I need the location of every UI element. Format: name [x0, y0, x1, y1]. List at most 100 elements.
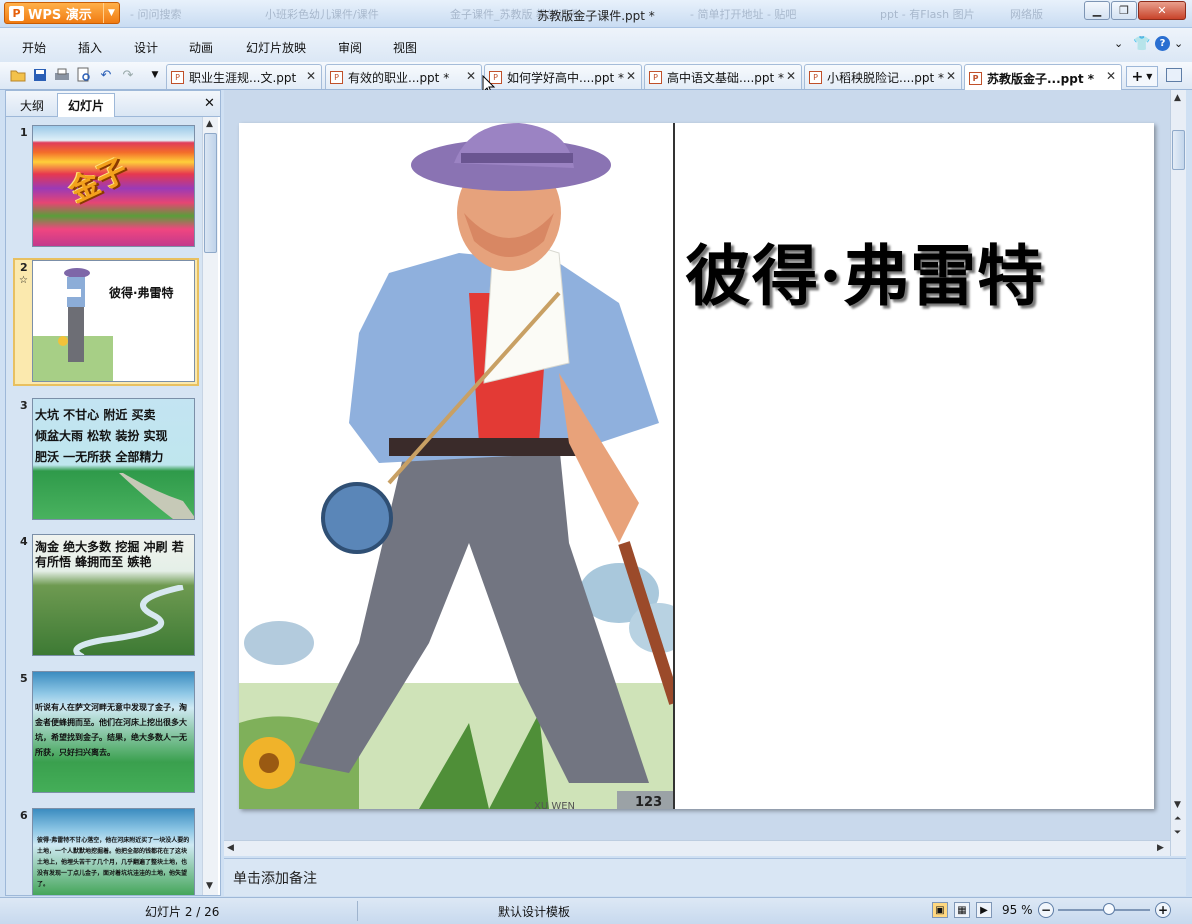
close-tab-icon[interactable]: ✕: [946, 69, 956, 83]
scrollbar-thumb[interactable]: [204, 133, 217, 253]
zoom-in-icon[interactable]: +: [1155, 902, 1171, 918]
print-preview-icon[interactable]: [75, 66, 93, 84]
zoom-slider-knob[interactable]: [1102, 903, 1115, 915]
slide-number: 1: [20, 126, 28, 139]
help-icon[interactable]: ?: [1155, 36, 1170, 51]
slideshow-view-icon[interactable]: ▶: [976, 902, 992, 918]
next-slide-icon[interactable]: ⏷: [1174, 828, 1181, 838]
doc-tab-2[interactable]: P 有效的职业...ppt * ✕: [325, 64, 482, 89]
maximize-icon: ❐: [1119, 4, 1129, 17]
menu-review[interactable]: 审阅: [338, 39, 362, 56]
notes-pane[interactable]: 单击添加备注: [224, 858, 1186, 896]
slide-thumbnail-1[interactable]: 金子: [32, 125, 195, 247]
slides-panel: 大纲 幻灯片 ✕ 1 金子 2 ☆ 彼得·弗雷特 3 大坑 不甘心 附近 买卖 …: [5, 90, 221, 896]
ppt-file-icon: P: [809, 70, 822, 84]
ppt-file-icon: P: [969, 71, 982, 85]
close-window-button[interactable]: ✕: [1138, 1, 1186, 20]
scroll-right-icon[interactable]: ▶: [1157, 843, 1164, 853]
doc-tab-label: 苏教版金子...ppt *: [987, 71, 1095, 86]
slide-divider-line: [673, 123, 675, 809]
close-tab-icon[interactable]: ✕: [1106, 69, 1116, 83]
tab-slides[interactable]: 幻灯片: [57, 93, 115, 117]
slide-thumbnail-5[interactable]: 听说有人在萨文河畔无意中发现了金子，淘金者便蜂拥而至。他们在河床上挖出很多大坑，…: [32, 671, 195, 793]
slide-number: 4: [20, 535, 28, 548]
svg-text:123: 123: [635, 795, 662, 809]
design-template-label: 默认设计模板: [498, 905, 571, 919]
doc-tab-label: 如何学好高中....ppt *: [507, 70, 625, 85]
slide-title[interactable]: 彼得·弗雷特: [685, 223, 1044, 319]
window-list-icon[interactable]: [1166, 68, 1182, 82]
notes-placeholder: 单击添加备注: [233, 871, 317, 887]
close-tab-icon[interactable]: ✕: [626, 69, 636, 83]
chevron-down-icon[interactable]: ⌄: [1114, 37, 1123, 50]
menu-view[interactable]: 视图: [393, 39, 417, 56]
slide-horizontal-scrollbar[interactable]: ◀ ▶: [224, 840, 1170, 856]
slide-counter: 幻灯片 2 / 26: [145, 905, 220, 919]
slide-3-text: 大坑 不甘心 附近 买卖 倾盆大雨 松软 装扮 实现 肥沃 一无所获 全部精力: [35, 408, 168, 464]
menu-design[interactable]: 设计: [134, 39, 158, 56]
normal-view-icon[interactable]: ▣: [932, 902, 948, 918]
menu-animation[interactable]: 动画: [189, 39, 213, 56]
chevron-down-icon: ▼: [1146, 72, 1153, 81]
slide-6-text: 彼得·弗雷特不甘心落空，他在河床附近买了一块没人要的土地，一个人默默地挖掘着。他…: [37, 837, 190, 888]
close-icon: ✕: [1157, 4, 1167, 17]
minimize-button[interactable]: ▁: [1084, 1, 1110, 20]
current-slide[interactable]: 123 XU WEN 彼得·弗雷特: [239, 123, 1154, 809]
slide-number: 6: [20, 809, 28, 822]
close-panel-icon[interactable]: ✕: [204, 96, 215, 111]
undo-icon[interactable]: ↶: [97, 66, 115, 84]
slide-thumbnail-2[interactable]: 彼得·弗雷特: [32, 260, 195, 382]
peter-fret-illustration: 123 XU WEN: [239, 123, 675, 809]
redo-icon[interactable]: ↷: [119, 66, 137, 84]
open-folder-icon[interactable]: [9, 66, 27, 84]
skin-shirt-icon[interactable]: 👕: [1133, 36, 1150, 52]
maximize-button[interactable]: ❐: [1111, 1, 1137, 20]
status-divider: [357, 901, 358, 921]
toolbar-dropdown-icon[interactable]: ▼: [146, 66, 164, 84]
panel-tab-bar: 大纲 幻灯片 ✕: [6, 91, 220, 117]
slide-thumbnail-6[interactable]: 彼得·弗雷特不甘心落空，他在河床附近买了一块没人要的土地，一个人默默地挖掘着。他…: [32, 808, 195, 895]
slide-5-text: 听说有人在萨文河畔无意中发现了金子，淘金者便蜂拥而至。他们在河床上挖出很多大坑，…: [35, 703, 187, 757]
slide-thumbnail-3[interactable]: 大坑 不甘心 附近 买卖 倾盆大雨 松软 装扮 实现 肥沃 一无所获 全部精力: [32, 398, 195, 520]
toolbar: ↶ ↷ ▼ P 职业生涯规...文.ppt ✕ P 有效的职业...ppt * ✕ P如…: [0, 62, 1192, 96]
close-tab-icon[interactable]: ✕: [466, 69, 476, 83]
menu-home[interactable]: 开始: [22, 39, 46, 56]
doc-tab-3[interactable]: P 如何学好高中....ppt * ✕: [484, 64, 642, 89]
slide-1-title: 金子: [63, 152, 134, 210]
ppt-file-icon: P: [649, 70, 662, 84]
new-tab-button[interactable]: + ▼: [1126, 66, 1158, 87]
slide-thumbnail-4[interactable]: 淘金 绝大多数 挖掘 冲刷 若 有所悟 蜂拥而至 嫉艳: [32, 534, 195, 656]
scroll-up-icon[interactable]: ▲: [1174, 93, 1181, 103]
doc-tab-4[interactable]: P 高中语文基础....ppt * ✕: [644, 64, 802, 89]
scroll-down-icon[interactable]: ▼: [1174, 800, 1181, 810]
chevron-down-icon[interactable]: ⌄: [1174, 37, 1183, 50]
thumbnail-scrollbar[interactable]: ▲ ▼: [202, 117, 218, 895]
doc-tab-5[interactable]: P 小稻秧脱险记....ppt * ✕: [804, 64, 962, 89]
close-tab-icon[interactable]: ✕: [786, 69, 796, 83]
menu-bar: 开始 插入 设计 动画 幻灯片放映 审阅 视图 ⌄ 👕 ? ⌄: [0, 28, 1192, 62]
scroll-down-icon[interactable]: ▼: [206, 881, 213, 891]
ppt-file-icon: P: [171, 70, 184, 84]
slide-4-text: 淘金 绝大多数 挖掘 冲刷 若 有所悟 蜂拥而至 嫉艳: [35, 540, 184, 569]
slide-vertical-scrollbar[interactable]: ▲ ▼ ⏶ ⏷: [1170, 90, 1186, 856]
doc-tab-label: 高中语文基础....ppt *: [667, 70, 785, 85]
scroll-up-icon[interactable]: ▲: [206, 119, 213, 129]
tab-outline[interactable]: 大纲: [10, 93, 54, 117]
scroll-left-icon[interactable]: ◀: [227, 843, 234, 853]
svg-text:XU WEN: XU WEN: [534, 801, 575, 809]
save-icon[interactable]: [31, 66, 49, 84]
previous-slide-icon[interactable]: ⏶: [1174, 814, 1181, 824]
doc-tab-label: 职业生涯规...文.ppt: [189, 70, 297, 85]
minimize-icon: ▁: [1092, 4, 1102, 17]
slide-number: 5: [20, 672, 28, 685]
close-tab-icon[interactable]: ✕: [306, 69, 316, 83]
print-icon[interactable]: [53, 66, 71, 84]
menu-insert[interactable]: 插入: [78, 39, 102, 56]
scrollbar-thumb[interactable]: [1172, 130, 1185, 170]
slide-2-title-thumb: 彼得·弗雷特: [109, 286, 174, 300]
slide-sorter-view-icon[interactable]: ▦: [954, 902, 970, 918]
zoom-out-icon[interactable]: −: [1038, 902, 1054, 918]
doc-tab-1[interactable]: P 职业生涯规...文.ppt ✕: [166, 64, 322, 89]
doc-tab-6-active[interactable]: P 苏教版金子...ppt * ✕: [964, 64, 1122, 91]
menu-slideshow[interactable]: 幻灯片放映: [246, 39, 306, 56]
